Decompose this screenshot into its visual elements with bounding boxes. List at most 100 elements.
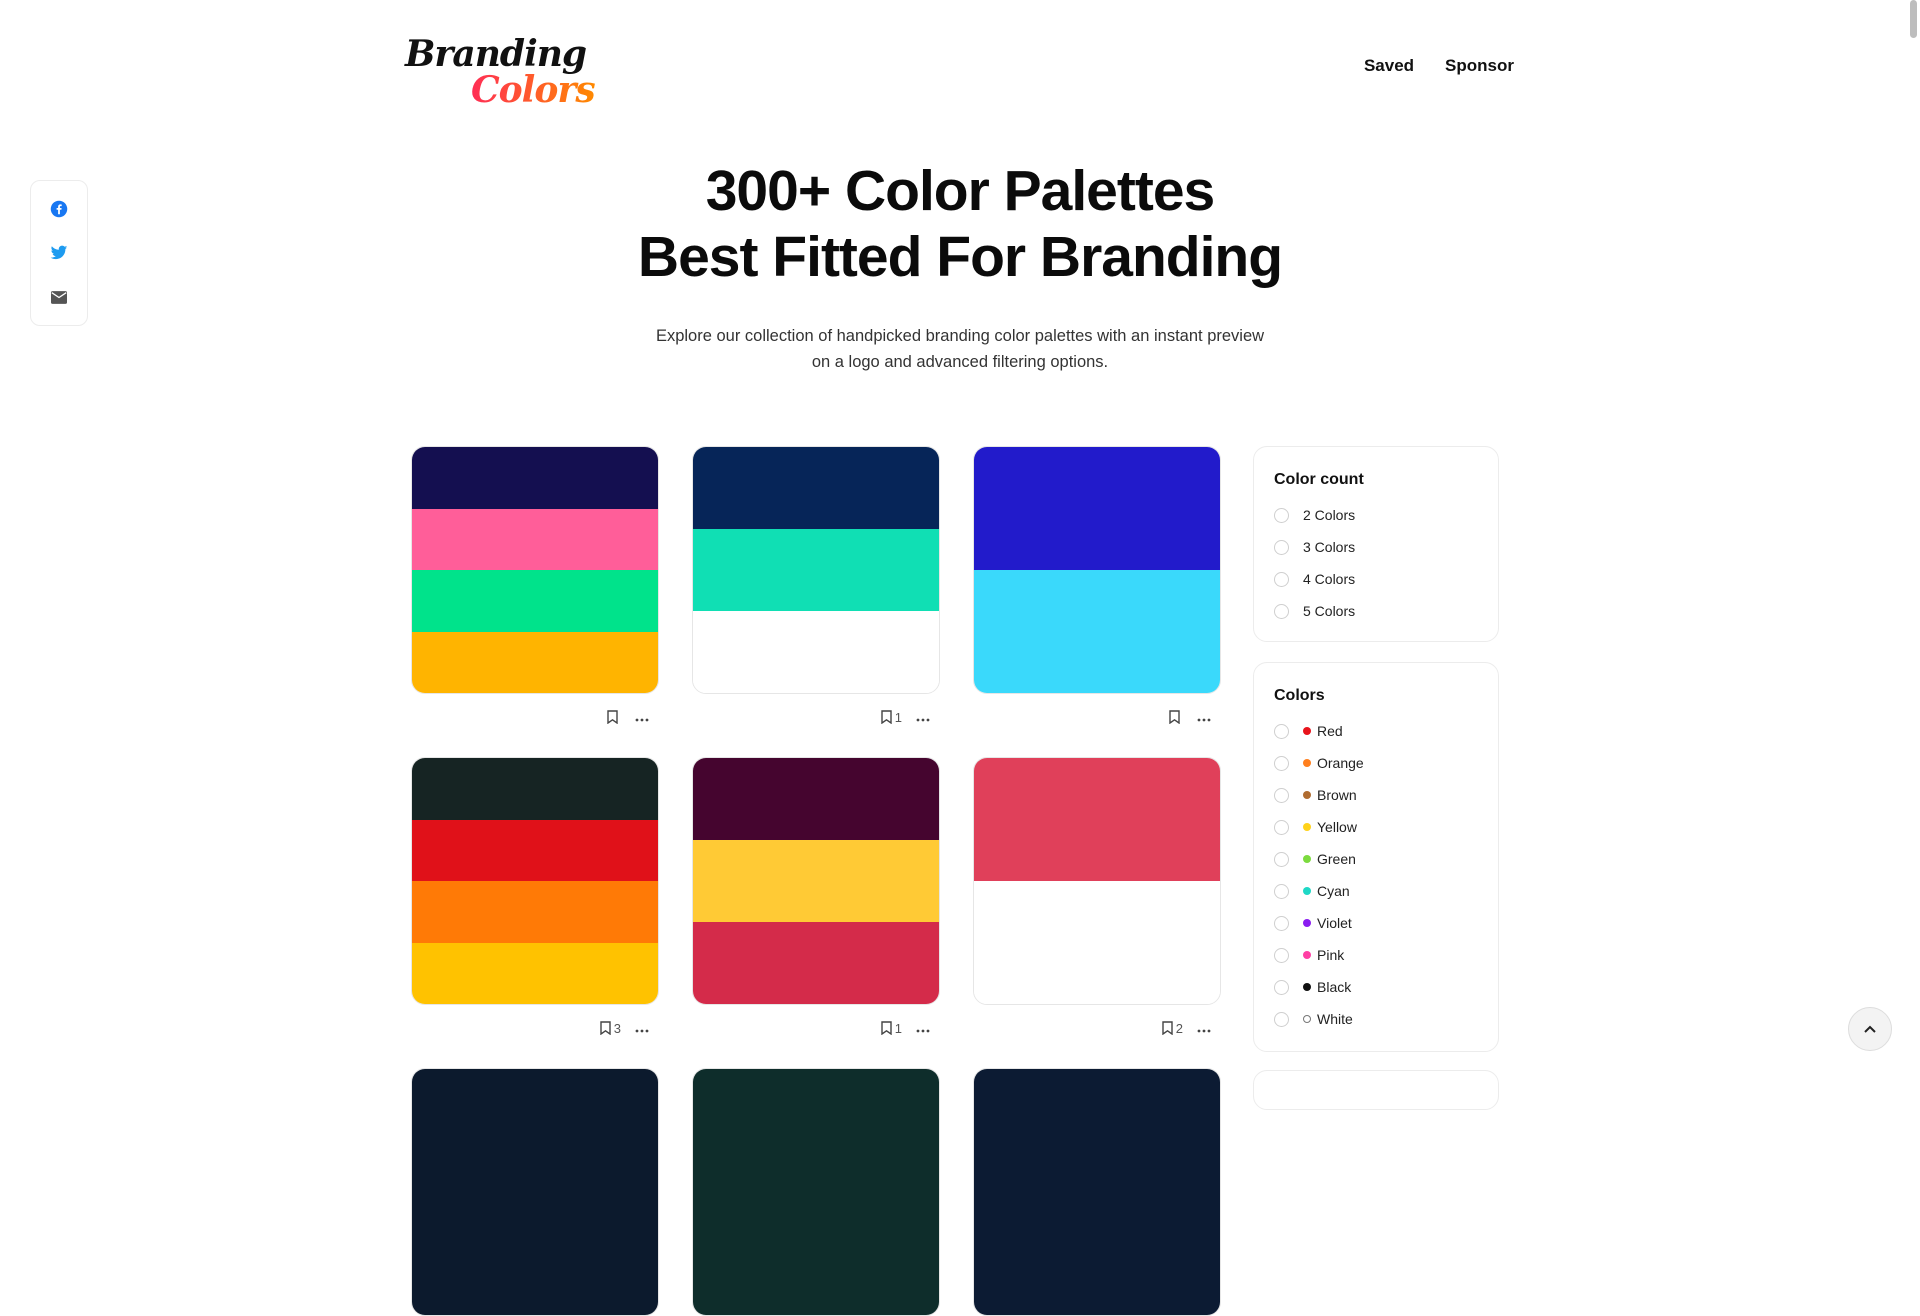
option-label: 5 Colors — [1303, 603, 1356, 619]
option-label: White — [1317, 1011, 1353, 1027]
bookmark-icon — [1169, 710, 1180, 724]
color-filter-option[interactable]: Pink — [1274, 945, 1344, 965]
palette-color-band[interactable] — [974, 881, 1220, 1004]
colors-filter: Colors Red Orange Brown Yellow Green Cyan Viol… — [1253, 662, 1499, 1052]
color-filter-option[interactable]: White — [1274, 1009, 1353, 1029]
palette-color-band[interactable] — [412, 508, 658, 570]
save-palette-button[interactable]: 2 — [1162, 1021, 1183, 1036]
color-swatch-dot — [1303, 951, 1311, 959]
palette-color-band[interactable] — [693, 758, 939, 840]
color-filter-option[interactable]: Black — [1274, 977, 1351, 997]
palette-color-band[interactable] — [974, 758, 1220, 881]
radio-button[interactable] — [1274, 1011, 1289, 1027]
color-count-option[interactable]: 4 Colors — [1274, 569, 1355, 589]
palette-color-band[interactable] — [412, 881, 658, 943]
palette-card[interactable] — [973, 757, 1221, 1005]
more-options-button[interactable] — [635, 710, 649, 725]
save-palette-button[interactable]: 1 — [881, 1021, 902, 1036]
nav-saved-link[interactable]: Saved — [1364, 56, 1414, 76]
option-label: Brown — [1317, 787, 1357, 803]
option-label: Black — [1317, 979, 1352, 995]
radio-button[interactable] — [1274, 571, 1289, 587]
color-swatch-dot — [1303, 823, 1311, 831]
color-count-option[interactable]: 3 Colors — [1274, 537, 1355, 557]
bookmark-icon — [600, 1021, 611, 1035]
color-filter-option[interactable]: Cyan — [1274, 881, 1350, 901]
palette-card[interactable] — [973, 446, 1221, 694]
more-options-button[interactable] — [635, 1021, 649, 1036]
scroll-to-top-button[interactable] — [1848, 1007, 1892, 1051]
brand-logo[interactable]: Branding Colors — [405, 36, 596, 111]
palette-actions: 3 — [600, 1019, 649, 1037]
radio-button[interactable] — [1274, 915, 1289, 931]
more-options-button[interactable] — [1197, 710, 1211, 725]
palette-color-band[interactable] — [412, 631, 658, 693]
palette-color-band[interactable] — [974, 1069, 1220, 1315]
radio-button[interactable] — [1274, 539, 1289, 555]
save-palette-button[interactable]: 3 — [600, 1021, 621, 1036]
palette-color-band[interactable] — [693, 611, 939, 693]
palette-card[interactable] — [692, 757, 940, 1005]
save-palette-button[interactable] — [607, 710, 621, 724]
option-label: Yellow — [1317, 819, 1357, 835]
palette-color-band[interactable] — [412, 570, 658, 632]
nav-sponsor-link[interactable]: Sponsor — [1445, 56, 1514, 76]
subtitle-line-2: on a logo and advanced filtering options… — [811, 353, 1109, 371]
save-palette-button[interactable] — [1169, 710, 1183, 724]
option-label: 4 Colors — [1303, 571, 1356, 587]
palette-color-band[interactable] — [693, 840, 939, 922]
color-count-option[interactable]: 2 Colors — [1274, 505, 1355, 525]
palette-card[interactable] — [692, 1068, 940, 1316]
palette-color-band[interactable] — [412, 447, 658, 509]
bookmark-icon — [881, 1021, 892, 1035]
palette-card[interactable] — [411, 757, 659, 1005]
option-label: 2 Colors — [1303, 507, 1356, 523]
radio-button[interactable] — [1274, 883, 1289, 899]
palette-color-band[interactable] — [693, 1069, 939, 1315]
palette-color-band[interactable] — [974, 447, 1220, 570]
palette-card[interactable] — [411, 1068, 659, 1316]
more-options-button[interactable] — [916, 710, 930, 725]
page-subtitle: Explore our collection of handpicked bra… — [0, 323, 1920, 375]
palette-color-band[interactable] — [693, 529, 939, 611]
page-title: 300+ Color Palettes Best Fitted For Bran… — [0, 158, 1920, 290]
radio-button[interactable] — [1274, 851, 1289, 867]
palette-color-band[interactable] — [412, 1069, 658, 1315]
radio-button[interactable] — [1274, 723, 1289, 739]
save-palette-button[interactable]: 1 — [881, 710, 902, 725]
more-options-button[interactable] — [1197, 1021, 1211, 1036]
palette-card[interactable] — [973, 1068, 1221, 1316]
palette-color-band[interactable] — [693, 922, 939, 1004]
radio-button[interactable] — [1274, 603, 1289, 619]
color-filter-option[interactable]: Red — [1274, 721, 1343, 741]
radio-button[interactable] — [1274, 947, 1289, 963]
palette-color-band[interactable] — [412, 758, 658, 820]
palette-color-band[interactable] — [974, 570, 1220, 693]
palette-color-band[interactable] — [412, 942, 658, 1004]
color-filter-option[interactable]: Yellow — [1274, 817, 1357, 837]
color-count-option[interactable]: 5 Colors — [1274, 601, 1355, 621]
palette-card[interactable] — [411, 446, 659, 694]
option-label: Orange — [1317, 755, 1364, 771]
color-filter-option[interactable]: Orange — [1274, 753, 1364, 773]
palette-color-band[interactable] — [693, 447, 939, 529]
radio-button[interactable] — [1274, 979, 1289, 995]
logo-line-2: Colors — [471, 69, 596, 111]
color-filter-option[interactable]: Violet — [1274, 913, 1352, 933]
color-filter-option[interactable]: Green — [1274, 849, 1356, 869]
color-swatch-dot — [1303, 919, 1311, 927]
title-line-1: 300+ Color Palettes — [705, 159, 1216, 223]
bookmark-icon — [607, 710, 618, 724]
palette-color-band[interactable] — [412, 819, 658, 881]
more-options-button[interactable] — [916, 1021, 930, 1036]
radio-button[interactable] — [1274, 819, 1289, 835]
color-filter-option[interactable]: Brown — [1274, 785, 1357, 805]
radio-button[interactable] — [1274, 755, 1289, 771]
bookmark-icon — [1162, 1021, 1173, 1035]
more-horizontal-icon — [1197, 1029, 1211, 1032]
radio-button[interactable] — [1274, 787, 1289, 803]
more-horizontal-icon — [1197, 718, 1211, 721]
palette-card[interactable] — [692, 446, 940, 694]
radio-button[interactable] — [1274, 507, 1289, 523]
page-scrollbar[interactable] — [1910, 0, 1917, 38]
